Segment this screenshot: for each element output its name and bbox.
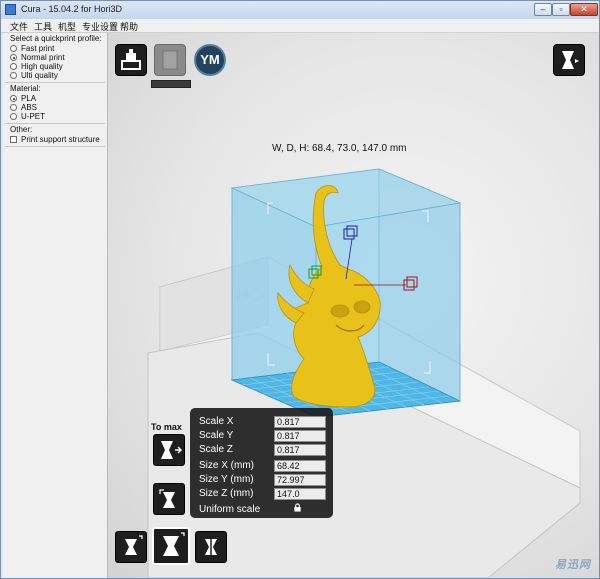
ym-share-button[interactable]: YM	[194, 44, 226, 76]
material-abs-radio[interactable]	[10, 104, 17, 111]
scale-y-input[interactable]: 0.817	[274, 430, 326, 442]
menu-expert[interactable]: 专业设置	[82, 20, 118, 33]
sidebar-divider	[5, 123, 105, 124]
rotate-tool-icon	[125, 535, 143, 555]
support-structure-label: Print support structure	[21, 135, 100, 144]
scale-z-label: Scale Z	[199, 444, 233, 455]
quickprint-label: Select a quickprint profile:	[10, 34, 102, 43]
mirror-tool-button[interactable]	[195, 531, 227, 563]
menu-machine[interactable]: 机型	[58, 20, 76, 33]
title-bar: Cura - 15.04.2 for Hori3D – ▫ ✕	[1, 1, 599, 20]
scale-x-input[interactable]: 0.817	[274, 416, 326, 428]
slicing-progress-bar	[151, 80, 191, 88]
size-y-label: Size Y (mm)	[199, 474, 254, 485]
size-x-label: Size X (mm)	[199, 460, 254, 471]
sidebar-divider	[5, 146, 105, 147]
menu-tools[interactable]: 工具	[34, 20, 52, 33]
profile-ulti-radio[interactable]	[10, 72, 17, 79]
profile-normal-label: Normal print	[21, 53, 65, 62]
sidebar-divider	[5, 82, 105, 83]
lock-icon[interactable]	[293, 503, 302, 512]
support-structure-checkbox[interactable]	[10, 136, 17, 143]
menu-bar: 文件 工具 机型 专业设置 帮助	[1, 19, 599, 33]
reset-scale-icon	[159, 489, 175, 508]
cura-window: Cura - 15.04.2 for Hori3D – ▫ ✕ 文件 工具 机型…	[0, 0, 600, 579]
scale-to-max-button[interactable]	[153, 434, 185, 466]
material-upet-radio[interactable]	[10, 113, 17, 120]
material-abs-label: ABS	[21, 103, 38, 112]
load-icon	[121, 49, 141, 70]
profile-normal-radio[interactable]	[10, 54, 17, 61]
rotate-tool-button[interactable]	[115, 531, 147, 563]
uniform-scale-label: Uniform scale	[199, 504, 261, 515]
profile-fast-radio[interactable]	[10, 45, 17, 52]
scale-z-input[interactable]: 0.817	[274, 444, 326, 456]
view-mode-button[interactable]	[553, 44, 585, 76]
profile-ulti-label: Ulti quality	[21, 71, 58, 80]
profile-fast-label: Fast print	[21, 44, 55, 53]
minimize-button[interactable]: –	[534, 3, 552, 16]
scale-max-icon	[161, 441, 182, 459]
size-x-input[interactable]: 68.42	[274, 460, 326, 472]
material-pla-label: PLA	[21, 94, 37, 103]
maximize-button[interactable]: ▫	[552, 3, 570, 16]
other-label: Other:	[10, 125, 33, 134]
menu-help[interactable]: 帮助	[120, 20, 138, 33]
size-y-input[interactable]: 72.997	[274, 474, 326, 486]
material-pla-radio[interactable]	[10, 95, 17, 102]
menu-file[interactable]: 文件	[10, 20, 28, 33]
size-z-input[interactable]: 147.0	[274, 488, 326, 500]
save-gcode-button[interactable]	[154, 44, 186, 76]
scale-x-label: Scale X	[199, 416, 234, 427]
scale-panel: Scale X 0.817 Scale Y 0.817 Scale Z 0.81…	[190, 408, 333, 518]
3d-viewport[interactable]: HO	[108, 33, 599, 578]
cura-app-icon	[5, 4, 16, 15]
load-model-button[interactable]	[115, 44, 147, 76]
scale-tool-icon	[163, 532, 185, 556]
model-dimensions-readout: W, D, H: 68.4, 73.0, 147.0 mm	[272, 143, 407, 154]
material-upet-label: U-PET	[21, 112, 45, 121]
close-button[interactable]: ✕	[570, 3, 598, 16]
material-label: Material:	[10, 84, 41, 93]
settings-sidebar: Select a quickprint profile: Fast print …	[3, 33, 108, 578]
sd-card-icon	[162, 50, 178, 70]
profile-high-label: High quality	[21, 62, 63, 71]
window-title: Cura - 15.04.2 for Hori3D	[21, 4, 123, 14]
scale-tool-button[interactable]	[152, 527, 190, 565]
profile-high-radio[interactable]	[10, 63, 17, 70]
to-max-label: To max	[151, 422, 182, 432]
watermark-text: 易迅网	[555, 559, 591, 571]
size-z-label: Size Z (mm)	[199, 488, 254, 499]
view-mode-icon	[562, 51, 579, 69]
scale-y-label: Scale Y	[199, 430, 234, 441]
mirror-tool-icon	[205, 536, 217, 558]
reset-scale-button[interactable]	[153, 483, 185, 515]
